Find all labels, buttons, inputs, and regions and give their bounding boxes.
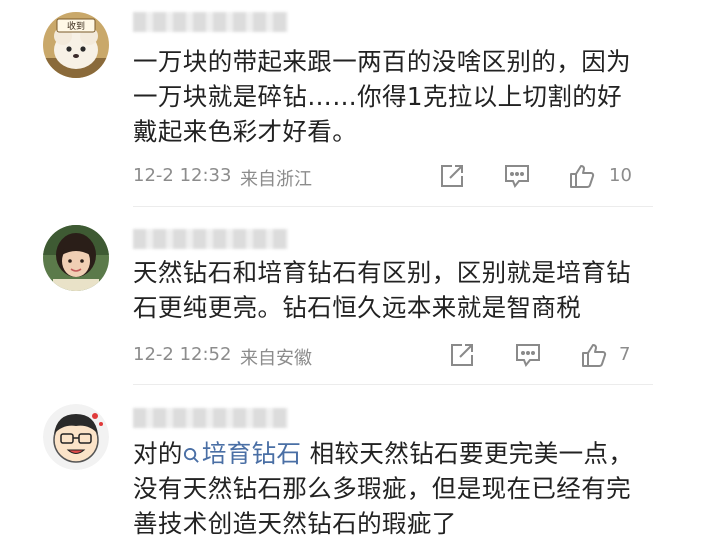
username[interactable] [133,408,288,428]
comment-time: 12-2 12:33 [133,165,232,186]
thumbs-up-icon [582,344,607,367]
comment-text: 对的 培育钻石 相较天然钻石要更完美一点，没有天然钻石那么多瑕疵，但是现在已经有完… [133,436,643,541]
thumbs-up-icon [570,165,595,188]
topic-link[interactable]: 培育钻石 [183,439,302,468]
username[interactable] [133,12,288,32]
topic-link-label: 培育钻石 [201,439,302,468]
avatar[interactable] [43,404,109,470]
share-button[interactable] [437,161,467,191]
search-icon [183,447,199,463]
avatar[interactable] [43,225,109,291]
comment-location: 来自安徽 [240,348,312,369]
comment-text: 天然钻石和培育钻石有区别，区别就是培育钻石更纯更亮。钻石恒久远本来就是智商税 [133,258,631,322]
username[interactable] [133,229,288,249]
share-icon [451,344,473,366]
reply-button[interactable] [513,340,543,370]
comment-text-prefix: 对的 [133,439,183,468]
comment-meta: 12-2 12:33 来自浙江 10 [133,161,653,191]
share-button[interactable] [447,340,477,370]
divider [133,384,653,385]
like-count: 7 [619,344,631,365]
share-icon [441,165,463,187]
divider [133,206,653,207]
comment-icon [505,165,529,188]
avatar[interactable]: 收到 [43,12,109,78]
comment-time: 12-2 12:52 [133,344,232,365]
like-button[interactable] [567,161,597,191]
reply-button[interactable] [502,161,532,191]
comment-location: 来自浙江 [240,169,312,190]
comment-meta: 12-2 12:52 来自安徽 7 [133,340,653,370]
comment-feed: 收到 一万块的带起来跟一两百的没啥区别的，因为一万块就是碎钻……你得1克拉以上切… [0,0,701,554]
avatar-badge-text: 收到 [67,20,85,32]
comment-text: 一万块的带起来跟一两百的没啥区别的，因为一万块就是碎钻……你得1克拉以上切割的好… [133,47,631,146]
like-count: 10 [609,165,632,186]
comment-icon [516,344,540,367]
like-button[interactable] [579,340,609,370]
